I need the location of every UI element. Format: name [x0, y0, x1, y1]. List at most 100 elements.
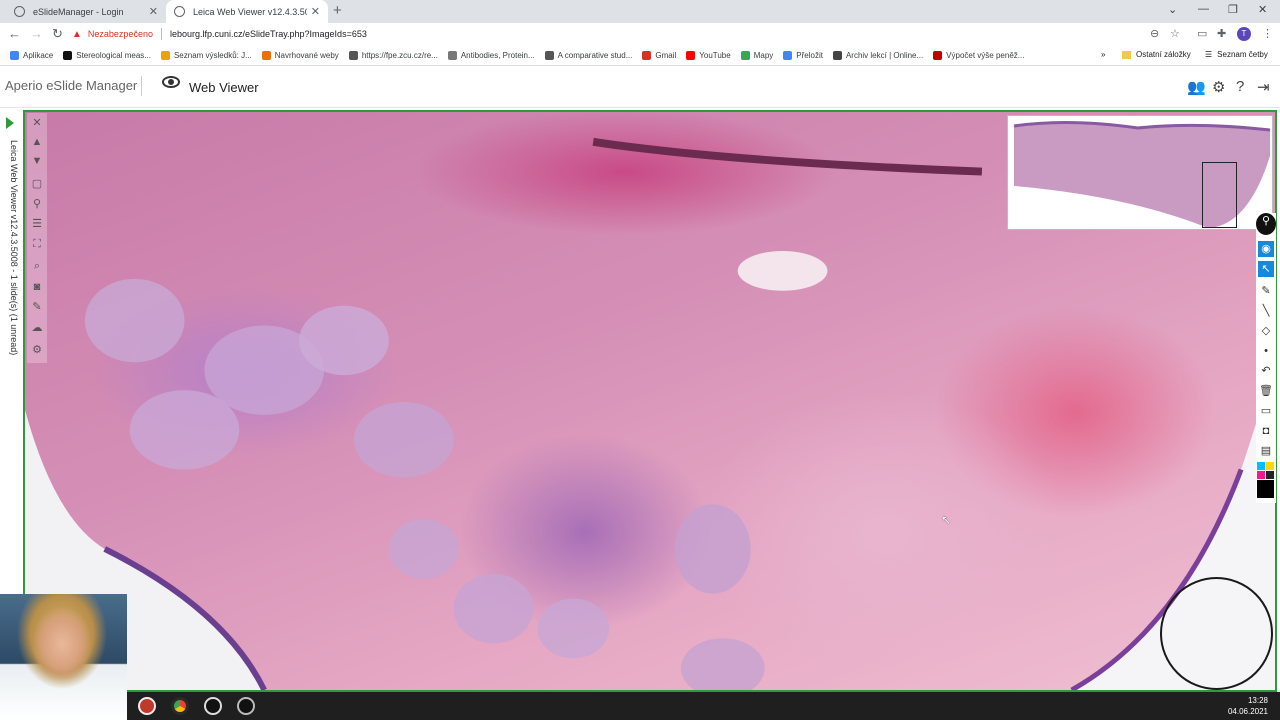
app-icon[interactable]	[138, 697, 156, 715]
address-bar[interactable]: ▲ Nezabezpečeno lebourg.lfp.cuni.cz/eSli…	[72, 24, 1162, 44]
camera-icon[interactable]: ◙	[30, 280, 44, 294]
bookmark-item[interactable]: https://fpe.zcu.cz/re...	[348, 51, 438, 60]
bookmark-item[interactable]: Seznam výsledků: J...	[160, 51, 252, 60]
profile-avatar[interactable]: T	[1237, 27, 1251, 41]
bookmark-item[interactable]: Gmail	[642, 51, 676, 60]
dot-icon[interactable]: •	[1258, 343, 1274, 359]
users-icon[interactable]: 👥	[1187, 78, 1206, 96]
clock-date: 04.06.2021	[1227, 707, 1268, 716]
webcam-overlay	[0, 594, 127, 720]
reading-list[interactable]: ☰ Seznam četby	[1205, 50, 1268, 59]
bookmark-item[interactable]: Aplikace	[10, 51, 53, 60]
zoom-icon[interactable]: ⊖	[1150, 27, 1159, 40]
bookmark-icon	[642, 51, 652, 60]
undo-icon[interactable]: ↶	[1258, 363, 1274, 379]
chrome-icon[interactable]	[171, 697, 189, 715]
snapshot-icon[interactable]: ◘	[1258, 423, 1274, 439]
trash-icon[interactable]: 🗑	[1258, 383, 1274, 399]
magnifier-icon[interactable]: ⌕	[30, 259, 44, 273]
new-tab-button[interactable]: +	[333, 2, 342, 19]
bookmark-item[interactable]: Archiv lekcí | Online...	[832, 51, 923, 60]
eraser-icon[interactable]: ◇	[1258, 323, 1274, 339]
settings-icon[interactable]: ⚙	[30, 343, 44, 357]
color-swatch-dark[interactable]	[1266, 471, 1274, 479]
tab-web-viewer[interactable]: Leica Web Viewer v12.4.3.5008 ✕	[166, 0, 328, 23]
minimize-button[interactable]: —	[1198, 3, 1209, 15]
annotation-toolbar: ⚲ ◉ ↖ ✎ ╲ ◇ • ↶ 🗑 ▭ ◘ ▤	[1256, 213, 1276, 503]
bookmark-item[interactable]: Výpočet výše peněž...	[933, 51, 1024, 60]
cloud-icon[interactable]: ☁	[30, 321, 44, 335]
layers-icon[interactable]: ☰	[30, 217, 44, 231]
slide-tray-label[interactable]: Leica Web Viewer v12.4.3.5008 - 1 slide(…	[5, 140, 19, 390]
bookmark-label: Seznam výsledků: J...	[173, 51, 252, 60]
gear-icon[interactable]: ⚙	[1212, 78, 1225, 96]
fit-icon[interactable]: ⛶	[30, 237, 44, 251]
color-swatch-black[interactable]	[1257, 480, 1274, 498]
os-taskbar: 13:28 04.06.2021	[127, 692, 1280, 720]
pen-icon[interactable]: ✎	[30, 300, 44, 314]
bookmark-item[interactable]: Navrhované weby	[261, 51, 339, 60]
pin-icon[interactable]: ⚲	[30, 197, 44, 211]
bookmark-item[interactable]: Antibodies, Protein...	[447, 51, 535, 60]
bookmark-label: YouTube	[699, 51, 731, 60]
reload-icon[interactable]: ↻	[52, 26, 63, 42]
bookmark-item[interactable]: A comparative stud...	[544, 51, 632, 60]
back-icon[interactable]: ←	[8, 26, 21, 41]
tab-search-icon[interactable]: ⌄	[1168, 3, 1177, 16]
color-swatch-magenta[interactable]	[1257, 471, 1265, 479]
clock-time: 13:28	[1247, 696, 1268, 705]
divider	[160, 28, 162, 40]
bookmark-item[interactable]: YouTube	[686, 51, 731, 60]
close-icon[interactable]: ✕	[30, 116, 44, 130]
pen-icon[interactable]: ✎	[1258, 283, 1274, 299]
pointer-icon[interactable]: ↖	[1258, 261, 1274, 277]
bookmark-label: Výpočet výše peněž...	[946, 51, 1025, 60]
forward-icon[interactable]: →	[30, 26, 43, 41]
color-swatch-yellow[interactable]	[1266, 462, 1274, 470]
maps-app-icon[interactable]	[204, 697, 222, 715]
bookmark-label: Antibodies, Protein...	[460, 51, 535, 60]
bookmark-label: https://fpe.zcu.cz/re...	[361, 51, 438, 60]
close-icon[interactable]: ✕	[149, 5, 158, 18]
bookmark-item[interactable]: Mapy	[740, 51, 773, 60]
screen-icon[interactable]: ▭	[1258, 403, 1274, 419]
bookmark-item[interactable]: Stereological meas...	[63, 51, 151, 60]
bookmark-icon	[160, 51, 170, 60]
reading-list-icon: ☰	[1205, 50, 1213, 59]
clock-app-icon[interactable]	[237, 697, 255, 715]
maximize-button[interactable]: ❐	[1228, 3, 1238, 16]
expand-panel-icon[interactable]	[6, 117, 14, 129]
url-text: lebourg.lfp.cuni.cz/eSlideTray.php?Image…	[169, 29, 367, 39]
page-icon[interactable]: ▭	[1197, 27, 1207, 40]
close-icon[interactable]: ✕	[311, 5, 320, 18]
bookmark-item[interactable]: Přeložit	[783, 51, 823, 60]
notes-icon[interactable]: ▤	[1258, 443, 1274, 459]
magnifier-lens[interactable]	[1160, 577, 1273, 690]
location-icon[interactable]: ⚲	[1256, 213, 1276, 235]
folder-icon	[1122, 50, 1131, 59]
system-clock[interactable]: 13:28 04.06.2021	[1228, 695, 1268, 717]
bookmark-icon	[832, 51, 842, 60]
app-brand[interactable]: Aperio eSlide Manager	[5, 78, 137, 93]
warning-icon: ▲	[72, 28, 82, 40]
star-icon[interactable]: ☆	[1170, 27, 1180, 40]
more-bookmarks-icon[interactable]: »	[1101, 50, 1105, 59]
viewer-toolbar: ✕ ▲ ▼ ▢ ⚲ ☰ ⛶ ⌕ ◙ ✎ ☁ ⚙	[27, 113, 47, 363]
viewport-indicator[interactable]	[1202, 162, 1237, 228]
bookmark-label: Navrhované weby	[274, 51, 339, 60]
divider	[141, 76, 142, 96]
color-swatch-cyan[interactable]	[1257, 462, 1265, 470]
ruler-icon[interactable]: ╲	[1258, 303, 1274, 319]
window-close-button[interactable]: ✕	[1258, 3, 1267, 16]
help-icon[interactable]: ?	[1236, 78, 1244, 95]
extensions-icon[interactable]: ✚	[1217, 27, 1226, 40]
other-bookmarks[interactable]: Ostatní záložky	[1122, 50, 1191, 59]
eye-icon[interactable]: ◉	[1258, 241, 1274, 257]
bookmarks-bar: Aplikace Stereological meas... Seznam výsl…	[0, 46, 1280, 66]
menu-icon[interactable]: ⋮	[1262, 27, 1273, 40]
zoom-box-icon[interactable]: ▢	[30, 177, 44, 191]
tab-esm-login[interactable]: eSlideManager - Login ✕	[6, 0, 166, 23]
pan-down-icon[interactable]: ▼	[30, 154, 44, 168]
logout-icon[interactable]: ⇥	[1257, 78, 1270, 96]
pan-up-icon[interactable]: ▲	[30, 135, 44, 149]
